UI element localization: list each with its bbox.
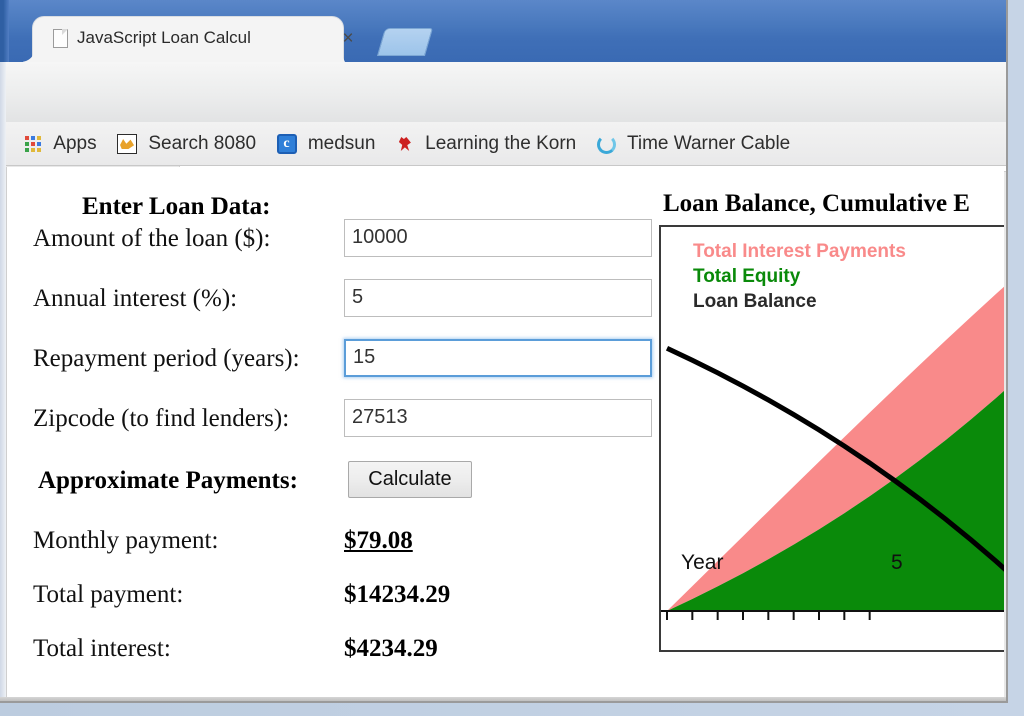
legend-item-total-equity: Total Equity — [693, 266, 800, 288]
fox-icon — [117, 134, 137, 154]
page-icon — [53, 29, 68, 48]
browser-titlebar: JavaScript Loan Calcul × — [0, 0, 1008, 62]
calculate-button[interactable]: Calculate — [348, 461, 472, 498]
legend-item-total-interest: Total Interest Payments — [693, 241, 906, 263]
x-axis-label: Year — [681, 551, 723, 575]
x-axis-tick-5: 5 — [891, 551, 903, 575]
bookmark-label: Learning the Korn — [425, 133, 576, 154]
legend-label: Loan Balance — [693, 291, 817, 312]
total-interest-label: Total interest: — [33, 635, 171, 663]
period-label: Repayment period (years): — [33, 345, 300, 373]
window-bottom-frame — [0, 697, 1008, 703]
legend-label: Total Interest Payments — [693, 241, 906, 262]
bookmark-label: Search 8080 — [148, 133, 256, 154]
bookmark-apps[interactable]: Apps — [25, 122, 97, 166]
bookmarks-bar: Apps Search 8080 c medsun Learning the K… — [3, 122, 1008, 166]
chart-x-axis — [661, 611, 1004, 620]
devil-icon — [396, 135, 414, 153]
bookmark-learning-the-korn[interactable]: Learning the Korn — [396, 122, 576, 166]
bookmark-time-warner-cable[interactable]: Time Warner Cable — [597, 122, 791, 166]
page-content: Enter Loan Data: Amount of the loan ($):… — [6, 167, 1004, 697]
period-input[interactable]: 15 — [344, 339, 652, 377]
monthly-payment-amount: $79.08 — [344, 527, 413, 554]
bookmark-label: Apps — [53, 133, 96, 154]
chart-canvas: Total Interest Payments Total Equity Loa… — [659, 225, 1004, 652]
bookmark-medsun[interactable]: c medsun — [277, 122, 376, 166]
bookmark-label: Time Warner Cable — [627, 133, 790, 154]
close-icon[interactable]: × — [339, 30, 357, 48]
legend-label: Total Equity — [693, 266, 800, 287]
loan-form: Enter Loan Data: Amount of the loan ($):… — [7, 167, 655, 697]
total-payment-label: Total payment: — [33, 581, 183, 609]
apps-grid-icon — [25, 136, 42, 153]
form-row-period: Repayment period (years): 15 — [33, 339, 653, 383]
result-row-total-interest: Total interest: $4234.29 — [33, 635, 593, 675]
monthly-payment-value: $79.08 — [344, 527, 413, 555]
window-frame-left — [3, 0, 9, 62]
desktop-background: JavaScript Loan Calcul × ← → file:///C:/… — [0, 0, 1024, 716]
result-row-monthly: Monthly payment: $79.08 — [33, 527, 593, 567]
form-heading: Enter Loan Data: — [82, 193, 270, 221]
form-row-amount: Amount of the loan ($): 10000 — [33, 219, 653, 263]
legend-item-loan-balance: Loan Balance — [693, 291, 817, 313]
amount-label: Amount of the loan ($): — [33, 225, 270, 253]
c-blue-icon: c — [277, 134, 297, 154]
browser-toolbar: ← → file:///C:/Users/YA12660/Documents/t… — [3, 62, 1008, 122]
total-interest-value: $4234.29 — [344, 635, 438, 663]
new-tab-button[interactable] — [377, 28, 433, 56]
loan-chart-panel: Loan Balance, Cumulative E Total Interes… — [655, 167, 1004, 697]
browser-tab-title: JavaScript Loan Calcul — [77, 28, 327, 50]
zipcode-label: Zipcode (to find lenders): — [33, 405, 289, 433]
chart-title: Loan Balance, Cumulative E — [663, 190, 1004, 218]
bookmark-search-8080[interactable]: Search 8080 — [117, 122, 256, 166]
bookmark-label: medsun — [308, 133, 376, 154]
interest-label: Annual interest (%): — [33, 285, 237, 313]
form-row-interest: Annual interest (%): 5 — [33, 279, 653, 323]
browser-window: JavaScript Loan Calcul × ← → file:///C:/… — [0, 0, 1008, 703]
interest-input[interactable]: 5 — [344, 279, 652, 317]
monthly-payment-label: Monthly payment: — [33, 527, 218, 555]
payments-heading: Approximate Payments: — [38, 467, 298, 495]
form-row-zipcode: Zipcode (to find lenders): 27513 — [33, 399, 653, 443]
zipcode-input[interactable]: 27513 — [344, 399, 652, 437]
swirl-icon — [597, 135, 616, 154]
amount-input[interactable]: 10000 — [344, 219, 652, 257]
total-payment-value: $14234.29 — [344, 581, 450, 609]
result-row-total-payment: Total payment: $14234.29 — [33, 581, 593, 621]
